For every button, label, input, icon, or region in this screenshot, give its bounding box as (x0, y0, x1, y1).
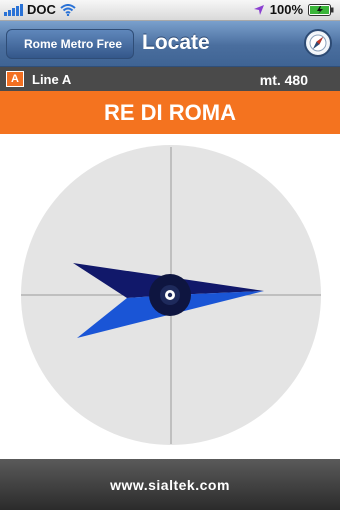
status-right: 100% (253, 2, 334, 17)
status-left: DOC (4, 2, 76, 17)
battery-percent: 100% (269, 2, 303, 17)
status-bar: DOC 100% (0, 0, 340, 21)
compass-icon (309, 34, 327, 52)
footer-bar: www.sialtek.com (0, 459, 340, 510)
footer-link[interactable]: www.sialtek.com (110, 477, 230, 493)
signal-bars-icon (4, 3, 23, 16)
navigation-bar: Rome Metro Free Locate (0, 21, 340, 67)
battery-icon (308, 3, 334, 16)
compass-svg (21, 145, 321, 445)
location-arrow-icon (253, 4, 264, 15)
compass-area (0, 134, 340, 459)
back-button-label: Rome Metro Free (23, 37, 123, 51)
wifi-icon (60, 3, 76, 16)
page-title: Locate (142, 31, 210, 54)
compass-button[interactable] (304, 29, 332, 57)
back-button[interactable]: Rome Metro Free (6, 29, 134, 59)
line-info-bar: A Line A mt. 480 (0, 67, 340, 91)
station-name-banner: RE DI ROMA (0, 91, 340, 134)
distance-label: mt. 480 (259, 72, 308, 88)
line-badge: A (6, 71, 24, 87)
carrier-label: DOC (27, 2, 56, 17)
line-name: Line A (32, 72, 72, 87)
station-name: RE DI ROMA (104, 99, 236, 125)
